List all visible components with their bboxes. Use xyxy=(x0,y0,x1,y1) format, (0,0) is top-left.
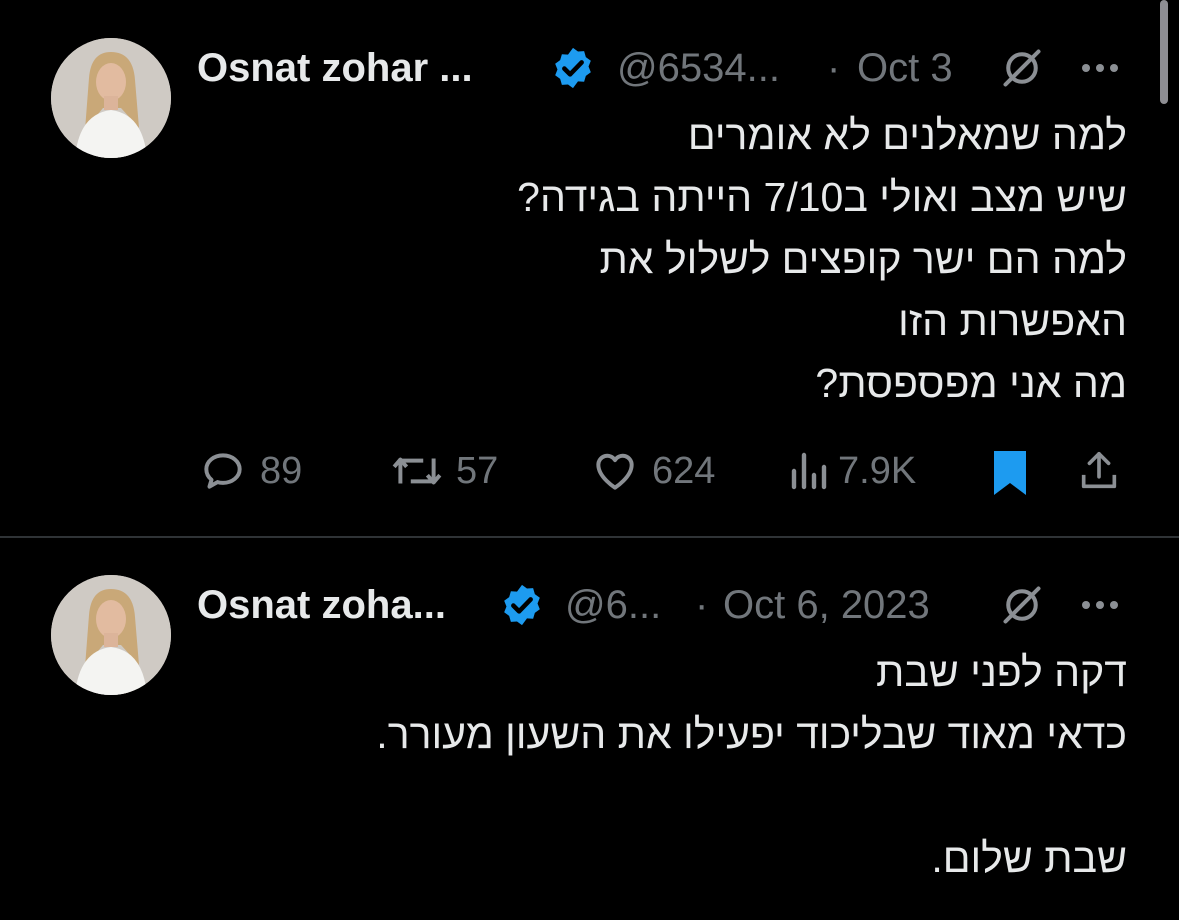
separator-dot: · xyxy=(695,583,709,627)
tweet-line: שבת שלום. xyxy=(931,835,1127,881)
tweet-line: למה הם ישר קופצים לשלול את xyxy=(599,236,1127,282)
separator-dot: · xyxy=(827,46,841,90)
share-icon[interactable] xyxy=(1076,446,1122,496)
views-icon xyxy=(791,452,827,490)
like-count: 624 xyxy=(652,449,716,492)
like-icon xyxy=(596,453,634,490)
verified-badge-icon[interactable] xyxy=(499,582,545,628)
avatar-photo xyxy=(51,38,171,158)
user-handle[interactable]: @6534... xyxy=(617,38,780,98)
tweet-line: שיש מצב ואולי ב7/10 הייתה בגידה? xyxy=(517,174,1127,220)
repost-count: 57 xyxy=(456,449,499,492)
avatar-photo xyxy=(51,575,171,695)
tweet-header: Osnat zohar ... @6534... · Oct 3 xyxy=(197,38,1139,98)
more-icon[interactable] xyxy=(1080,600,1120,610)
tweet-line: האפשרות הזו xyxy=(898,298,1127,344)
repost-button[interactable]: 57 xyxy=(390,446,498,496)
avatar[interactable] xyxy=(51,38,171,158)
view-count: 7.9K xyxy=(838,449,917,492)
display-name[interactable]: Osnat zoha... xyxy=(197,575,446,635)
tweet-text: דקה לפני שבת כדאי מאוד שבליכוד יפעילו את… xyxy=(376,641,1127,889)
tweet-line: כדאי מאוד שבליכוד יפעילו את השעון מעורר. xyxy=(376,711,1127,757)
tweet-line xyxy=(376,765,1127,827)
repost-icon xyxy=(392,457,442,485)
reply-button[interactable]: 89 xyxy=(198,446,302,496)
bookmark-icon[interactable] xyxy=(990,448,1030,498)
reply-count: 89 xyxy=(260,449,303,492)
verified-badge-icon[interactable] xyxy=(550,45,596,91)
tweet-text: למה שמאלנים לא אומרים שיש מצב ואולי ב7/1… xyxy=(517,104,1127,414)
timestamp[interactable]: Oct 6, 2023 xyxy=(723,575,930,635)
reply-icon xyxy=(204,453,242,489)
tweet-line: למה שמאלנים לא אומרים xyxy=(687,112,1127,158)
more-icon[interactable] xyxy=(1080,63,1120,73)
views-button[interactable]: 7.9K xyxy=(788,446,916,496)
tweet-line: מה אני מפספסת? xyxy=(815,360,1127,406)
user-handle[interactable]: @6... xyxy=(565,575,661,635)
tweet-divider xyxy=(0,536,1179,538)
tweet-header: Osnat zoha... @6... · Oct 6, 2023 xyxy=(197,575,1139,635)
display-name[interactable]: Osnat zohar ... xyxy=(197,38,473,98)
tweet-line: דקה לפני שבת xyxy=(876,649,1127,695)
grok-icon[interactable] xyxy=(1000,583,1044,627)
grok-icon[interactable] xyxy=(1000,46,1044,90)
avatar[interactable] xyxy=(51,575,171,695)
timestamp[interactable]: Oct 3 xyxy=(857,38,953,98)
scrollbar[interactable] xyxy=(1160,0,1168,104)
like-button[interactable]: 624 xyxy=(590,446,715,496)
